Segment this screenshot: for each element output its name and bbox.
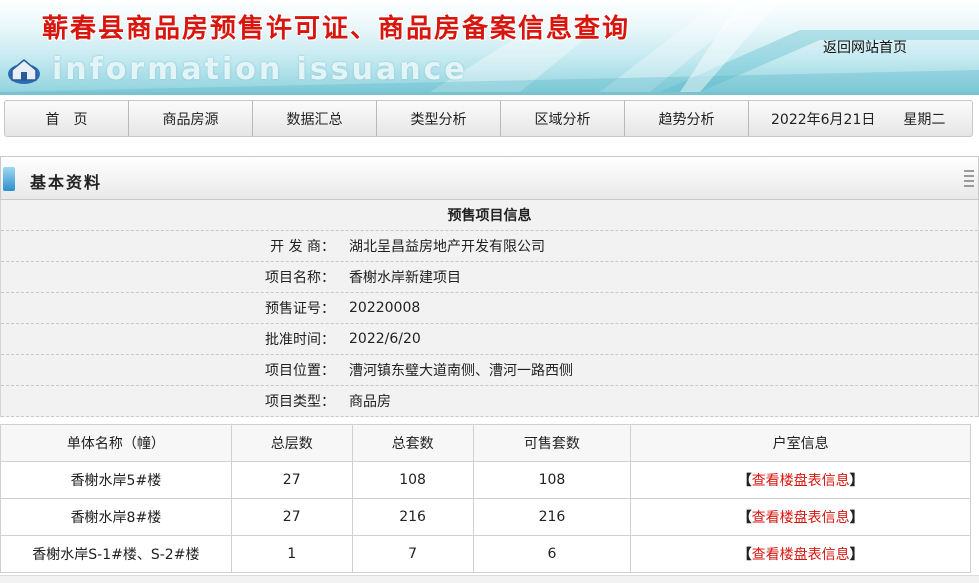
nav-item-region-analysis[interactable]: 区域分析 [501, 101, 625, 136]
unit-info-cell: 【查看楼盘表信息】 [630, 498, 971, 536]
info-label: 批准时间： [265, 332, 335, 348]
info-value: 20220008 [349, 300, 421, 316]
nav-bar: 首 页 商品房源 数据汇总 类型分析 区域分析 趋势分析 2022年6月21日 … [4, 100, 973, 137]
info-row-developer: 开 发 商： 湖北呈昌益房地产开发有限公司 [1, 231, 978, 262]
col-building-name: 单体名称（幢） [0, 424, 232, 462]
unit-info-cell: 【查看楼盘表信息】 [630, 535, 971, 573]
info-row-location: 项目位置： 漕河镇东璧大道南侧、漕河一路西侧 [1, 355, 978, 386]
info-value: 漕河镇东璧大道南侧、漕河一路西侧 [349, 363, 573, 379]
info-row-permit-number: 预售证号： 20220008 [1, 293, 978, 324]
info-label: 开 发 商： [270, 239, 335, 255]
unit-info-cell: 【查看楼盘表信息】 [630, 461, 971, 499]
info-value: 香榭水岸新建项目 [349, 270, 461, 286]
bracket-open: 【 [737, 510, 752, 526]
grip-icon [964, 170, 974, 188]
weekday-text: 星期二 [903, 111, 946, 128]
section-header: 基本资料 [0, 156, 979, 200]
col-unit-info: 户室信息 [630, 424, 971, 462]
total-floors: 27 [230, 498, 353, 536]
project-info-header: 预售项目信息 [1, 200, 978, 231]
view-floor-plan-link[interactable]: 查看楼盘表信息 [752, 473, 850, 489]
available-units: 6 [472, 535, 632, 573]
building-name: 香榭水岸8#楼 [0, 498, 232, 536]
bottom-divider [0, 575, 979, 583]
table-header-row: 单体名称（幢） 总层数 总套数 可售套数 户室信息 [0, 424, 971, 462]
view-floor-plan-link[interactable]: 查看楼盘表信息 [752, 547, 850, 563]
total-floors: 27 [230, 461, 353, 499]
current-date: 2022年6月21日 星期二 [749, 101, 972, 136]
col-available-units: 可售套数 [472, 424, 632, 462]
col-total-units: 总套数 [351, 424, 474, 462]
info-value: 商品房 [349, 394, 391, 410]
nav-item-type-analysis[interactable]: 类型分析 [377, 101, 501, 136]
building-name: 香榭水岸S-1#楼、S-2#楼 [0, 535, 232, 573]
site-banner: 蕲春县商品房预售许可证、商品房备案信息查询 information issuan… [0, 0, 979, 92]
site-title: 蕲春县商品房预售许可证、商品房备案信息查询 [42, 14, 631, 44]
info-value: 湖北呈昌益房地产开发有限公司 [349, 239, 545, 255]
bracket-close: 】 [849, 510, 864, 526]
building-name: 香榭水岸5#楼 [0, 461, 232, 499]
info-label: 项目位置： [265, 363, 335, 379]
project-info-table: 预售项目信息 开 发 商： 湖北呈昌益房地产开发有限公司 项目名称： 香榭水岸新… [0, 200, 979, 417]
building-units-table: 单体名称（幢） 总层数 总套数 可售套数 户室信息 香榭水岸5#楼 27 108… [0, 424, 971, 573]
house-logo-icon [8, 59, 40, 84]
available-units: 108 [472, 461, 632, 499]
nav-item-home[interactable]: 首 页 [5, 101, 129, 136]
info-row-project-name: 项目名称： 香榭水岸新建项目 [1, 262, 978, 293]
table-row: 香榭水岸8#楼 27 216 216 【查看楼盘表信息】 [0, 498, 971, 536]
total-floors: 1 [230, 535, 353, 573]
nav-item-trend-analysis[interactable]: 趋势分析 [625, 101, 749, 136]
info-value: 2022/6/20 [349, 331, 421, 347]
nav-item-listings[interactable]: 商品房源 [129, 101, 253, 136]
table-row: 香榭水岸S-1#楼、S-2#楼 1 7 6 【查看楼盘表信息】 [0, 535, 971, 573]
info-label: 预售证号： [265, 301, 335, 317]
basic-info-section: 基本资料 预售项目信息 开 发 商： 湖北呈昌益房地产开发有限公司 项目名称： … [0, 156, 979, 417]
bracket-open: 【 [737, 547, 752, 563]
info-row-project-type: 项目类型： 商品房 [1, 386, 978, 417]
banner-subtitle: information issuance [52, 52, 468, 87]
section-title: 基本资料 [30, 173, 103, 192]
view-floor-plan-link[interactable]: 查看楼盘表信息 [752, 510, 850, 526]
date-text: 2022年6月21日 [771, 111, 876, 128]
info-row-approval-date: 批准时间： 2022/6/20 [1, 324, 978, 355]
total-units: 108 [351, 461, 474, 499]
info-label: 项目名称： [265, 270, 335, 286]
bracket-close: 】 [849, 547, 864, 563]
nav-item-summary[interactable]: 数据汇总 [253, 101, 377, 136]
bracket-close: 】 [849, 473, 864, 489]
col-total-floors: 总层数 [230, 424, 353, 462]
section-marker-icon [3, 167, 15, 191]
total-units: 7 [351, 535, 474, 573]
main-nav: 首 页 商品房源 数据汇总 类型分析 区域分析 趋势分析 2022年6月21日 … [0, 92, 979, 139]
total-units: 216 [351, 498, 474, 536]
info-label: 项目类型： [265, 394, 335, 410]
available-units: 216 [472, 498, 632, 536]
bracket-open: 【 [737, 473, 752, 489]
return-home-link[interactable]: 返回网站首页 [823, 37, 907, 57]
table-row: 香榭水岸5#楼 27 108 108 【查看楼盘表信息】 [0, 461, 971, 499]
